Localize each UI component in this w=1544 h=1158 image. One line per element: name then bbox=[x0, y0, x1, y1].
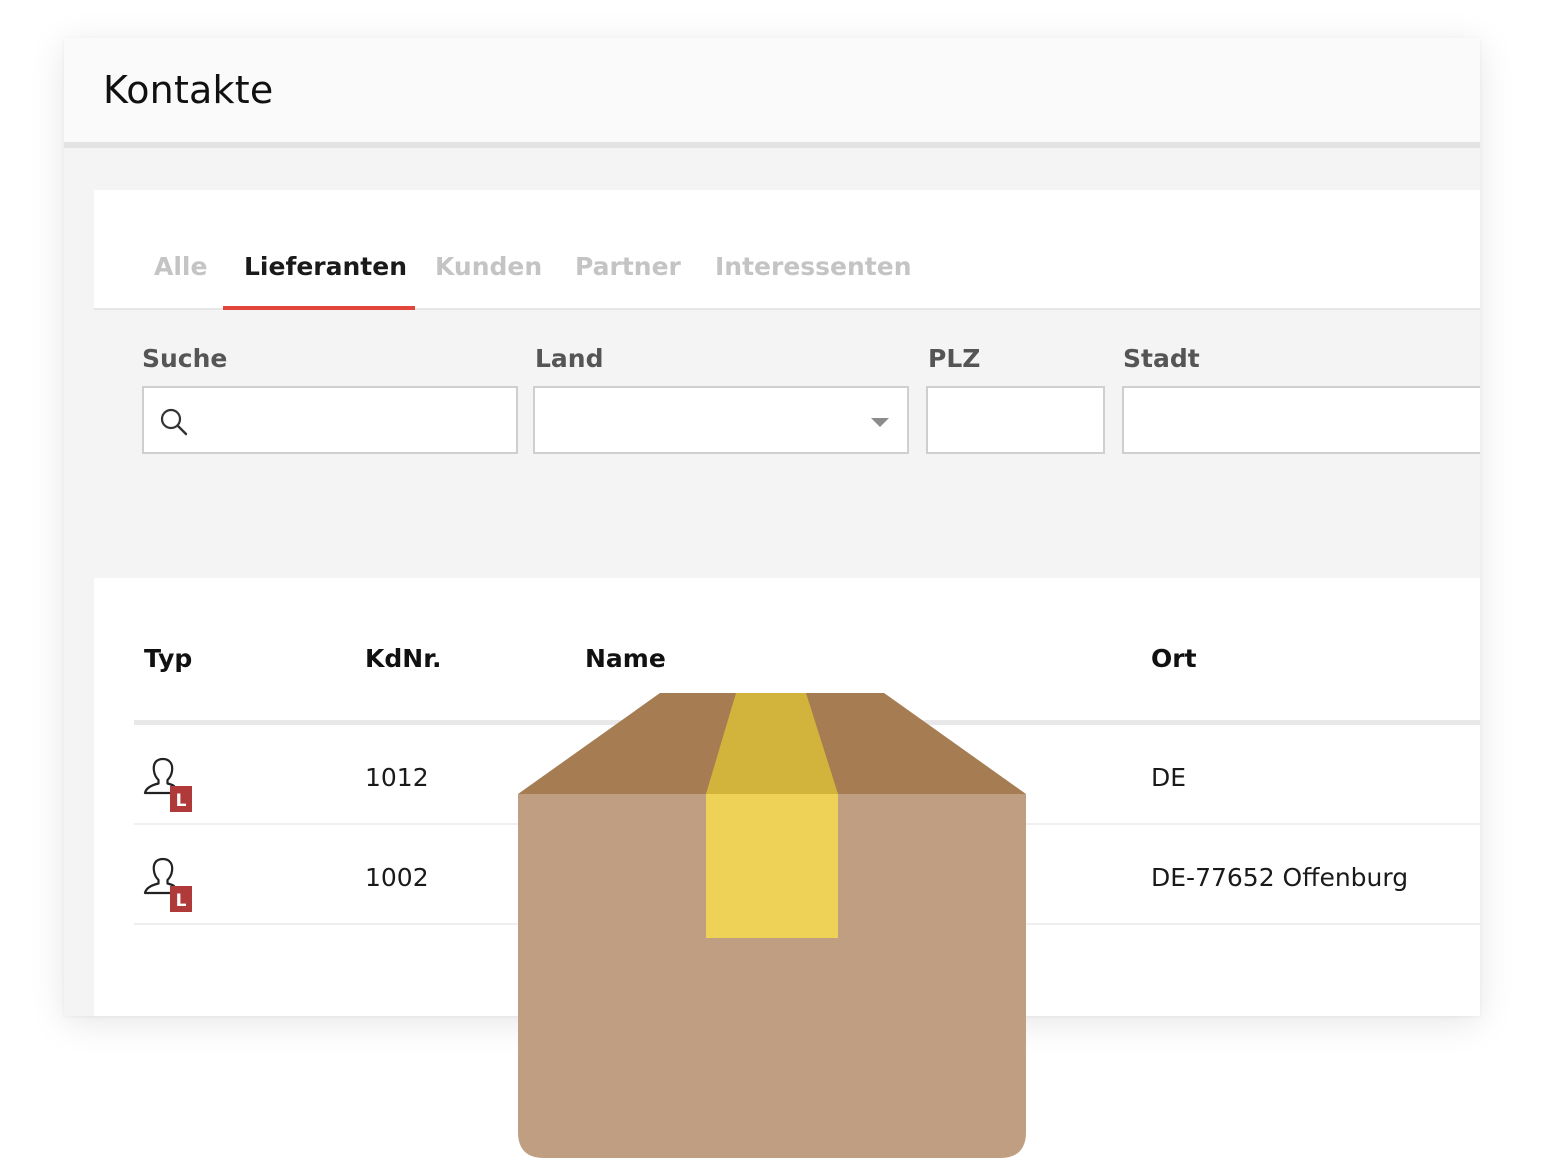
column-header-name[interactable]: Name bbox=[585, 644, 666, 673]
supplier-user-icon: L bbox=[143, 757, 192, 812]
page-header: Kontakte bbox=[64, 38, 1480, 148]
box-tape-front bbox=[706, 794, 838, 938]
zip-input[interactable] bbox=[926, 386, 1105, 454]
type-badge-text: L bbox=[176, 891, 187, 911]
city-input[interactable] bbox=[1122, 386, 1480, 454]
tab-lieferanten[interactable]: Lieferanten bbox=[244, 252, 407, 281]
column-header-kdnr[interactable]: KdNr. bbox=[365, 644, 441, 673]
country-label: Land bbox=[535, 344, 604, 373]
search-label: Suche bbox=[142, 344, 228, 373]
tab-kunden[interactable]: Kunden bbox=[435, 252, 542, 281]
customer-number: 1012 bbox=[365, 763, 429, 792]
package-box-icon bbox=[518, 693, 1026, 1158]
city-label: Stadt bbox=[1123, 344, 1200, 373]
tab-alle[interactable]: Alle bbox=[154, 252, 207, 281]
page-title: Kontakte bbox=[103, 68, 274, 112]
contact-location: DE-77652 Offenburg bbox=[1151, 863, 1409, 892]
zip-label: PLZ bbox=[928, 344, 981, 373]
search-input[interactable] bbox=[142, 386, 518, 454]
search-icon bbox=[160, 408, 188, 436]
column-header-typ[interactable]: Typ bbox=[144, 644, 192, 673]
tab-partner[interactable]: Partner bbox=[575, 252, 681, 281]
type-badge-text: L bbox=[176, 791, 187, 811]
country-select[interactable] bbox=[533, 386, 909, 454]
column-header-ort[interactable]: Ort bbox=[1151, 644, 1197, 673]
tab-bar: Alle Lieferanten Kunden Partner Interess… bbox=[94, 190, 1480, 310]
tab-interessenten[interactable]: Interessenten bbox=[715, 252, 912, 281]
customer-number: 1002 bbox=[365, 863, 429, 892]
chevron-down-icon bbox=[871, 418, 889, 427]
supplier-user-icon: L bbox=[143, 857, 192, 912]
contact-location: DE bbox=[1151, 763, 1187, 792]
filter-panel: Suche Land PLZ Stadt bbox=[94, 310, 1480, 578]
